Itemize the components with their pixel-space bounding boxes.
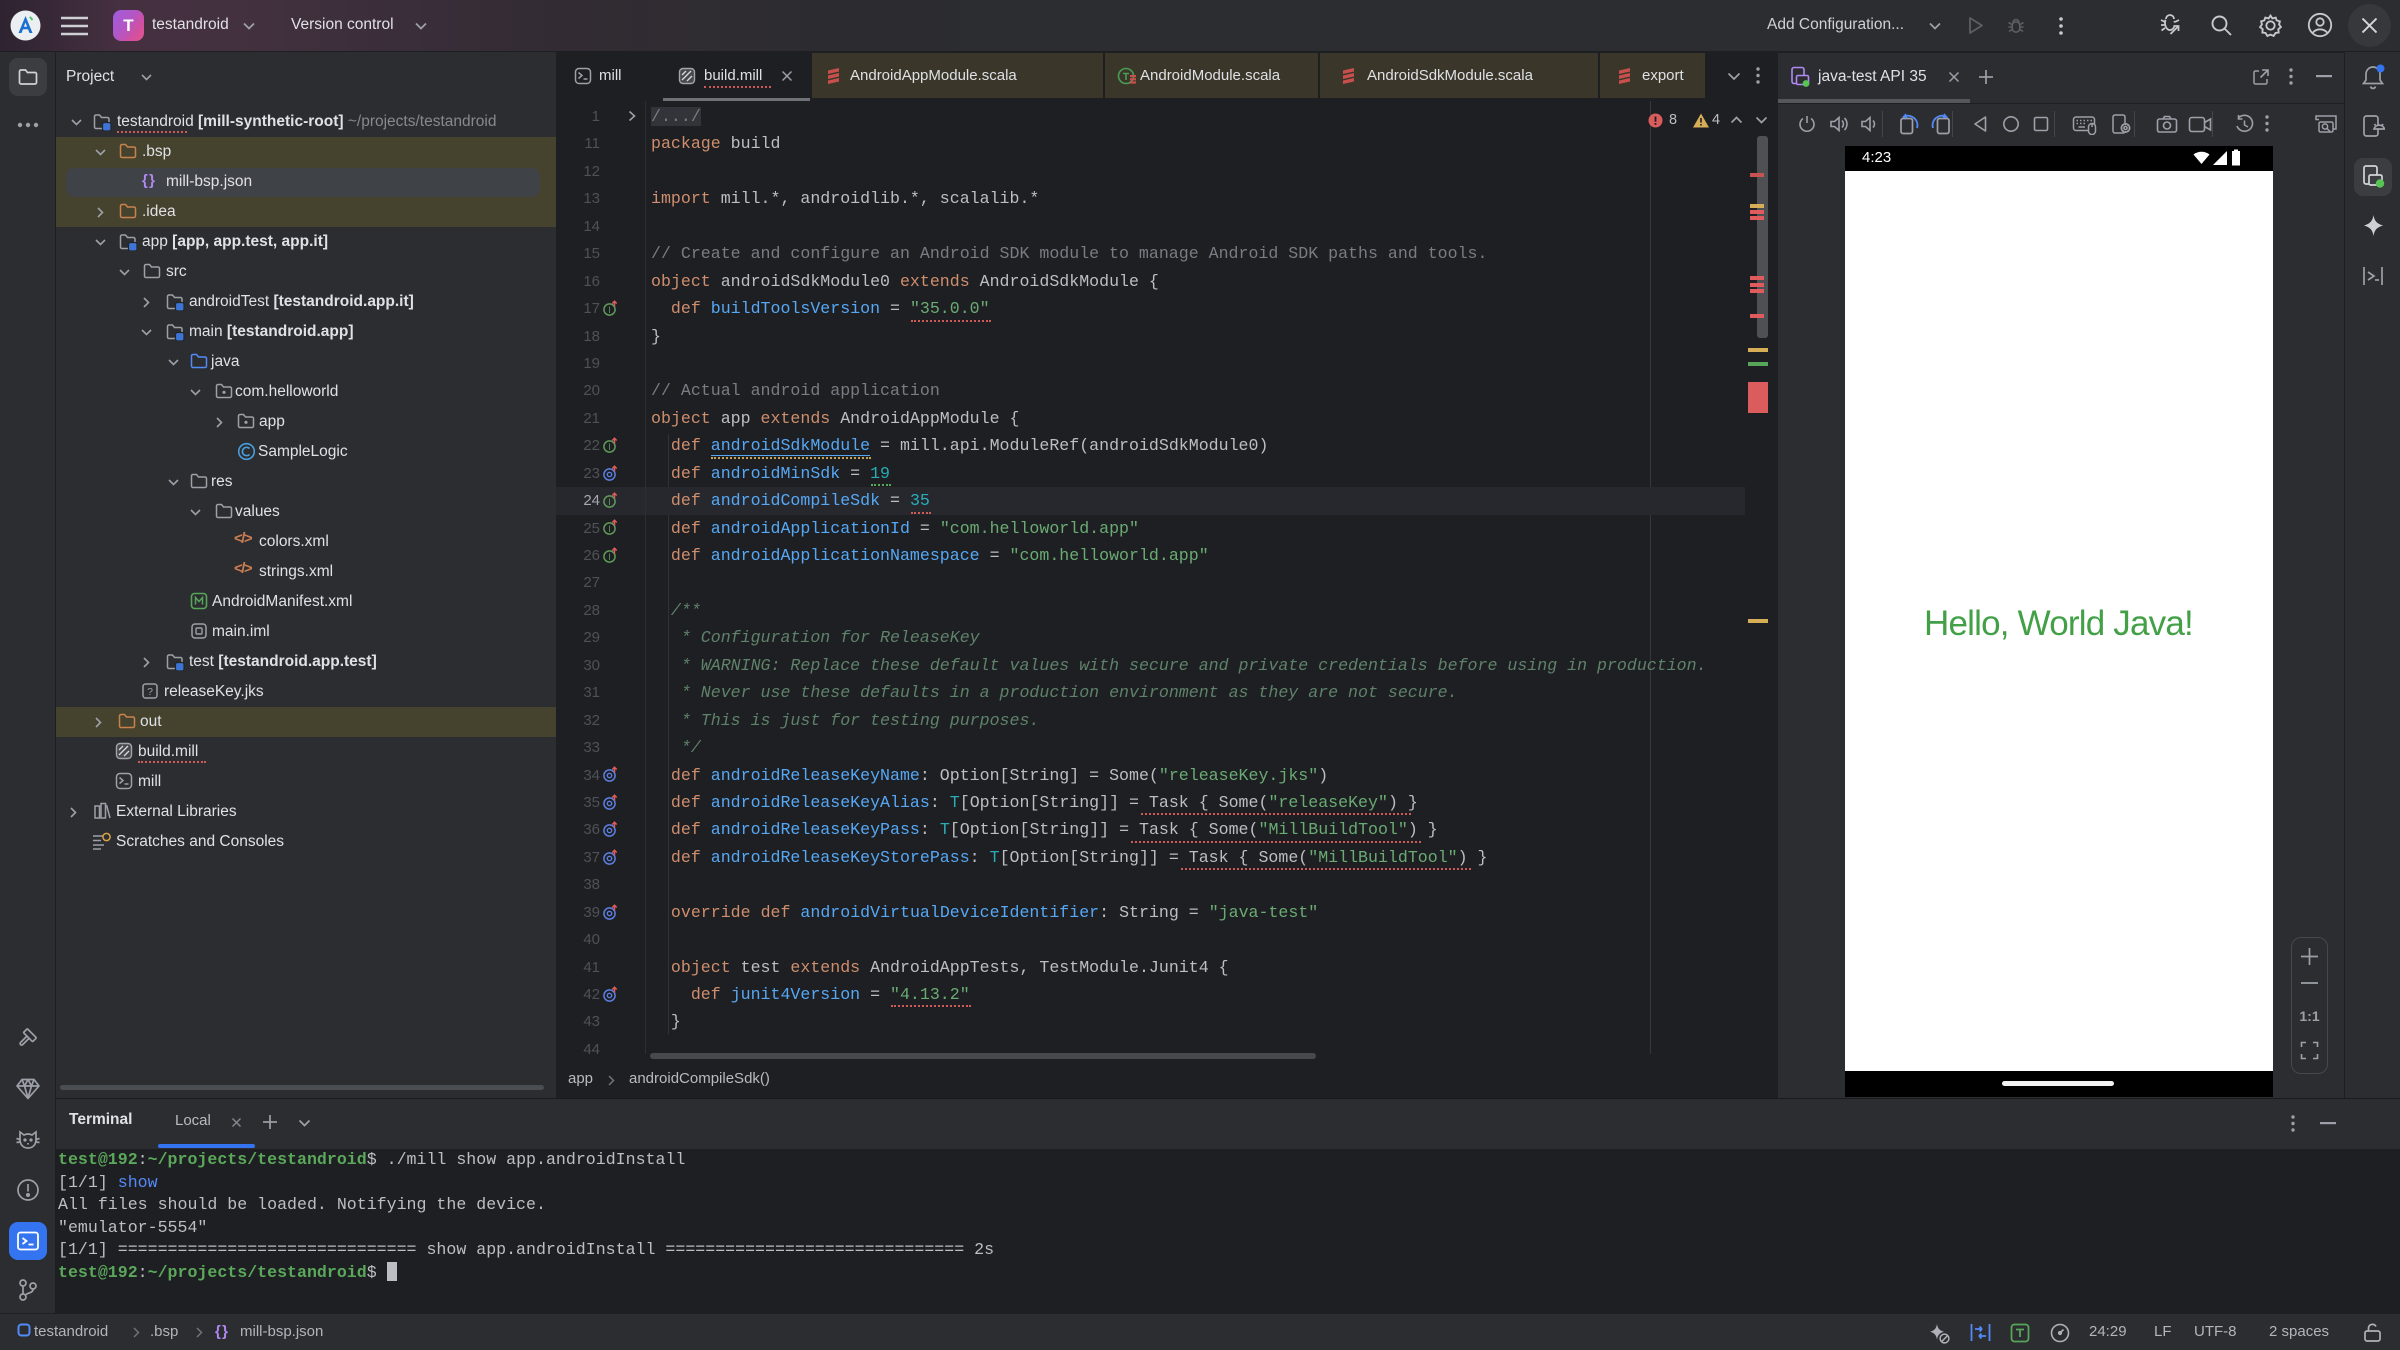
- svg-text:?: ?: [147, 686, 153, 698]
- svg-text:I: I: [608, 552, 611, 562]
- svg-text:I: I: [608, 497, 611, 507]
- svg-text:I: I: [608, 305, 611, 315]
- svg-text:I: I: [608, 442, 611, 452]
- svg-text:I: I: [608, 524, 611, 534]
